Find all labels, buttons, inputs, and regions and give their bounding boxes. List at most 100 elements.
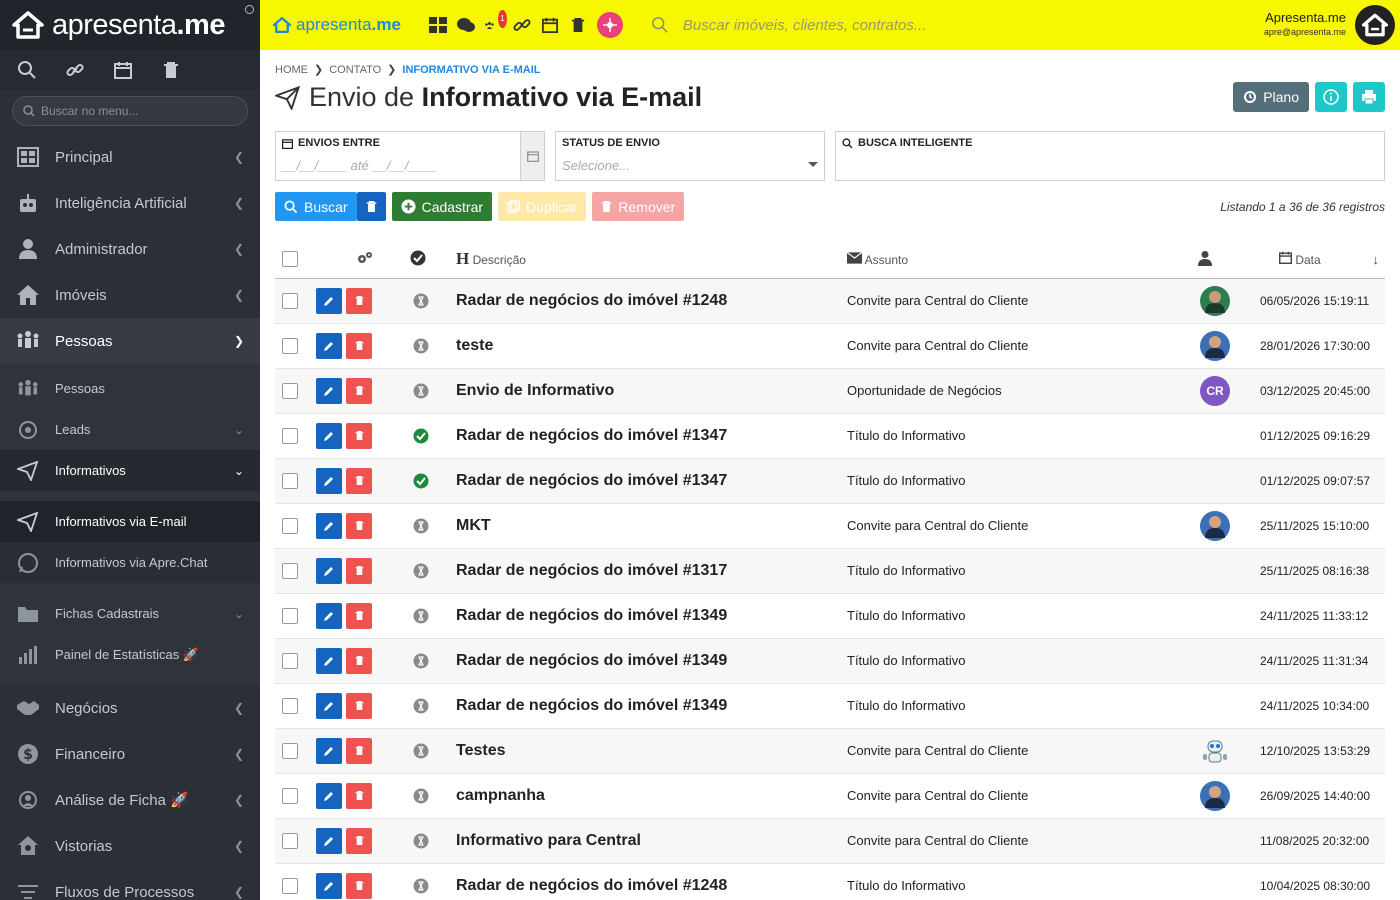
sidebar-search-input[interactable]: Buscar no menu... [12,96,248,126]
status-envio-select[interactable]: STATUS DE ENVIO Selecione... [555,131,825,181]
breadcrumb-contato[interactable]: CONTATO [329,64,381,76]
cadastrar-button[interactable]: Cadastrar [391,192,493,221]
delete-button[interactable] [346,557,372,584]
row-descricao[interactable]: MKT [456,517,491,534]
busca-inteligente-input[interactable]: BUSCA INTELIGENTE [835,131,1385,181]
row-checkbox[interactable] [282,742,298,759]
sidebar-item-analise[interactable]: Análise de Ficha 🚀 ❮ [0,777,260,823]
row-checkbox[interactable] [282,697,298,714]
sidebar-subitem-pessoas[interactable]: Pessoas [0,368,260,409]
info-button[interactable] [1315,82,1347,112]
global-search-input[interactable]: Buscar imóveis, clientes, contratos... [651,16,926,34]
calendar-icon[interactable] [541,16,559,34]
edit-button[interactable] [316,692,342,719]
topbar-logo[interactable]: apresenta .me [272,15,401,35]
sidebar-item-fluxos[interactable]: Fluxos de Processos ❮ [0,869,260,900]
row-checkbox[interactable] [282,337,298,354]
table-row[interactable]: Radar de negócios do imóvel #1347 Título… [275,458,1385,504]
row-checkbox[interactable] [282,382,298,399]
table-row[interactable]: Informativo para Central Convite para Ce… [275,818,1385,864]
edit-button[interactable] [316,827,342,854]
table-row[interactable]: Envio de Informativo Oportunidade de Neg… [275,368,1385,414]
settings-dot-icon[interactable] [245,5,254,14]
sidebar-item-principal[interactable]: Principal ❮ [0,134,260,180]
table-row[interactable]: Radar de negócios do imóvel #1248 Convit… [275,278,1385,324]
sidebar-subitem-informativos[interactable]: Informativos ⌄ [0,450,260,491]
calendar-picker-button[interactable] [520,132,544,180]
sidebar-item-imoveis[interactable]: Imóveis ❮ [0,272,260,318]
sidebar-item-administrador[interactable]: Administrador ❮ [0,226,260,272]
user-avatar[interactable] [1355,5,1395,45]
row-descricao[interactable]: Radar de negócios do imóvel #1349 [456,652,727,669]
row-descricao[interactable]: Envio de Informativo [456,382,614,399]
edit-button[interactable] [316,467,342,494]
grid-icon[interactable] [428,16,447,34]
delete-button[interactable] [346,827,372,854]
sidebar-subitem-leads[interactable]: Leads ⌄ [0,409,260,450]
data-column-header[interactable]: Data ↓ [1237,241,1385,279]
breadcrumb-home[interactable]: HOME [275,64,308,76]
edit-button[interactable] [316,737,342,764]
sidebar-subitem-estatisticas[interactable]: Painel de Estatísticas 🚀 [0,634,260,675]
row-descricao[interactable]: Informativo para Central [456,832,641,849]
buscar-button[interactable]: Buscar [275,192,357,221]
sidebar-item-negocios[interactable]: Negócios ❮ [0,685,260,731]
row-checkbox[interactable] [282,427,298,444]
sidebar-item-vistorias[interactable]: Vistorias ❮ [0,823,260,869]
row-descricao[interactable]: Radar de negócios do imóvel #1248 [456,292,727,309]
table-row[interactable]: Radar de negócios do imóvel #1349 Título… [275,593,1385,639]
edit-button[interactable] [316,557,342,584]
remover-button[interactable]: Remover [592,192,685,221]
sort-desc-arrow-icon[interactable]: ↓ [1373,252,1380,267]
row-descricao[interactable]: Radar de negócios do imóvel #1248 [456,877,727,894]
table-row[interactable]: Radar de negócios do imóvel #1248 Título… [275,863,1385,900]
users-notifications-icon[interactable]: 1 [485,10,507,34]
row-checkbox[interactable] [282,472,298,489]
row-descricao[interactable]: campnanha [456,787,545,804]
sidebar-subitem-fichas[interactable]: Fichas Cadastrais ⌄ [0,593,260,634]
edit-button[interactable] [316,872,342,899]
delete-button[interactable] [346,737,372,764]
link-icon[interactable] [64,59,86,81]
calendar-icon[interactable] [112,59,134,81]
delete-button[interactable] [346,692,372,719]
edit-button[interactable] [316,422,342,449]
row-descricao[interactable]: Testes [456,742,506,759]
row-descricao[interactable]: teste [456,337,493,354]
sidebar-item-ia[interactable]: Inteligência Artificial ❮ [0,180,260,226]
row-descricao[interactable]: Radar de negócios do imóvel #1347 [456,427,727,444]
row-checkbox[interactable] [282,877,298,894]
trash-icon[interactable] [569,16,587,34]
delete-button[interactable] [346,602,372,629]
delete-button[interactable] [346,872,372,899]
row-checkbox[interactable] [282,787,298,804]
sidebar-subitem-informativos-email[interactable]: Informativos via E-mail [0,501,260,542]
delete-button[interactable] [346,377,372,404]
duplicar-button[interactable]: Duplicar [498,192,587,221]
delete-button[interactable] [346,512,372,539]
edit-button[interactable] [316,782,342,809]
table-row[interactable]: campnanha Convite para Central do Client… [275,773,1385,819]
table-row[interactable]: MKT Convite para Central do Cliente 25/1… [275,503,1385,549]
ai-assistant-icon[interactable] [596,12,623,38]
edit-button[interactable] [316,647,342,674]
edit-button[interactable] [316,602,342,629]
table-row[interactable]: Testes Convite para Central do Cliente 1… [275,728,1385,774]
table-row[interactable]: Radar de negócios do imóvel #1347 Título… [275,413,1385,459]
clear-filter-button[interactable] [356,192,386,221]
edit-button[interactable] [316,512,342,539]
table-row[interactable]: Radar de negócios do imóvel #1317 Título… [275,548,1385,594]
table-row[interactable]: teste Convite para Central do Cliente 28… [275,323,1385,369]
user-info[interactable]: Apresenta.me apre@apresenta.me [1264,10,1346,37]
edit-button[interactable] [316,332,342,359]
delete-button[interactable] [346,332,372,359]
sidebar-logo[interactable]: apresenta.me [0,0,260,50]
delete-button[interactable] [346,287,372,314]
row-descricao[interactable]: Radar de negócios do imóvel #1349 [456,607,727,624]
edit-button[interactable] [316,287,342,314]
edit-button[interactable] [316,377,342,404]
delete-button[interactable] [346,782,372,809]
envios-entre-input[interactable]: __/__/____ até __/__/____ [282,158,538,173]
delete-button[interactable] [346,647,372,674]
plano-button[interactable]: Plano [1233,82,1309,112]
